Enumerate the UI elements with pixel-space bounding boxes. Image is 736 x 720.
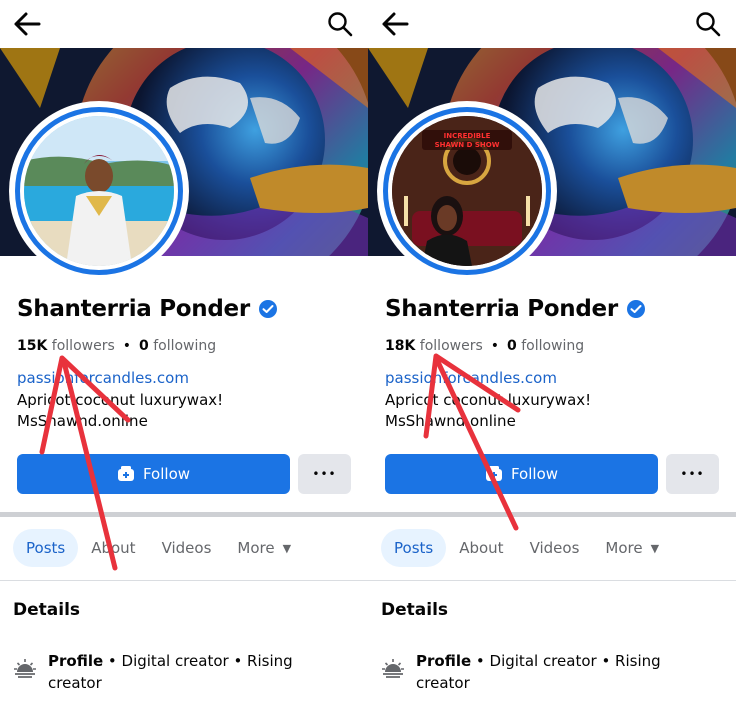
tab-videos[interactable]: Videos <box>517 529 593 567</box>
profile-tabs: Posts About Videos More ▼ <box>381 529 672 567</box>
following-count: 0 <box>507 338 517 354</box>
profile-panel-right: INCREDIBLE SHAWN D SHOW Shanterria Ponde… <box>368 0 736 720</box>
more-options-icon: ••• <box>312 467 337 481</box>
profile-name: Shanterria Ponder <box>385 296 618 322</box>
profile-panel-left: Shanterria Ponder 15K followers • 0 follow… <box>0 0 368 720</box>
sunrise-icon <box>381 656 405 680</box>
profile-avatar[interactable]: INCREDIBLE SHAWN D SHOW <box>377 101 557 281</box>
back-arrow-icon[interactable] <box>380 10 410 38</box>
bio-line-2: MsShawnd.online <box>385 412 516 430</box>
tab-videos[interactable]: Videos <box>149 529 225 567</box>
website-link[interactable]: passionforcandles.com <box>17 369 189 387</box>
top-bar <box>368 0 736 48</box>
more-options-button[interactable]: ••• <box>298 454 351 494</box>
bio-line-1: Apricot coconut luxurywax! <box>385 391 592 409</box>
profile-label: Profile <box>48 652 104 670</box>
section-divider <box>0 512 368 517</box>
following-label[interactable]: following <box>521 338 584 354</box>
stats-separator: • <box>122 338 132 354</box>
followers-label[interactable]: followers <box>52 338 115 354</box>
followers-count: 15K <box>17 338 48 354</box>
verified-badge-icon <box>626 299 646 319</box>
profile-name-row: Shanterria Ponder <box>17 296 278 322</box>
verified-badge-icon <box>258 299 278 319</box>
tabs-divider <box>0 580 368 581</box>
following-count: 0 <box>139 338 149 354</box>
tab-more-label: More <box>237 539 275 557</box>
section-divider <box>368 512 736 517</box>
chevron-down-icon: ▼ <box>650 541 660 555</box>
bio-line-2: MsShawnd.online <box>17 412 148 430</box>
tabs-divider <box>368 580 736 581</box>
tab-posts[interactable]: Posts <box>13 529 79 567</box>
follow-stats: 18K followers • 0 following <box>385 338 584 354</box>
more-options-icon: ••• <box>680 467 705 481</box>
following-label[interactable]: following <box>153 338 216 354</box>
followers-label[interactable]: followers <box>420 338 483 354</box>
profile-tabs: Posts About Videos More ▼ <box>13 529 304 567</box>
chevron-down-icon: ▼ <box>282 541 292 555</box>
tab-more[interactable]: More ▼ <box>224 529 304 567</box>
tab-about[interactable]: About <box>78 529 148 567</box>
tab-posts[interactable]: Posts <box>381 529 447 567</box>
website-link[interactable]: passionforcandles.com <box>385 369 557 387</box>
follow-button[interactable]: Follow <box>385 454 658 494</box>
profile-avatar[interactable] <box>9 101 189 281</box>
avatar-banner-line2: SHAWN D SHOW <box>435 141 500 149</box>
top-bar <box>0 0 368 48</box>
tab-more[interactable]: More ▼ <box>592 529 672 567</box>
details-profile-row: Profile • Digital creator • Rising creat… <box>381 650 681 694</box>
search-icon[interactable] <box>694 10 722 38</box>
profile-label: Profile <box>416 652 472 670</box>
profile-category-text: Profile • Digital creator • Rising creat… <box>48 650 298 694</box>
bio-line-1: Apricot coconut luxurywax! <box>17 391 224 409</box>
follow-label: Follow <box>510 465 559 483</box>
profile-name-row: Shanterria Ponder <box>385 296 646 322</box>
details-heading: Details <box>13 600 81 620</box>
follow-label: Follow <box>142 465 191 483</box>
profile-name: Shanterria Ponder <box>17 296 250 322</box>
search-icon[interactable] <box>326 10 354 38</box>
profile-category-text: Profile • Digital creator • Rising creat… <box>416 650 666 694</box>
tab-about[interactable]: About <box>446 529 516 567</box>
sunrise-icon <box>13 656 37 680</box>
stats-separator: • <box>490 338 500 354</box>
follow-button[interactable]: Follow <box>17 454 290 494</box>
avatar-banner-line1: INCREDIBLE <box>444 132 491 140</box>
details-profile-row: Profile • Digital creator • Rising creat… <box>13 650 313 694</box>
details-heading: Details <box>381 600 449 620</box>
back-arrow-icon[interactable] <box>12 10 42 38</box>
more-options-button[interactable]: ••• <box>666 454 719 494</box>
followers-count: 18K <box>385 338 416 354</box>
follow-stats: 15K followers • 0 following <box>17 338 216 354</box>
follow-user-icon <box>485 465 503 483</box>
tab-more-label: More <box>605 539 643 557</box>
follow-user-icon <box>117 465 135 483</box>
